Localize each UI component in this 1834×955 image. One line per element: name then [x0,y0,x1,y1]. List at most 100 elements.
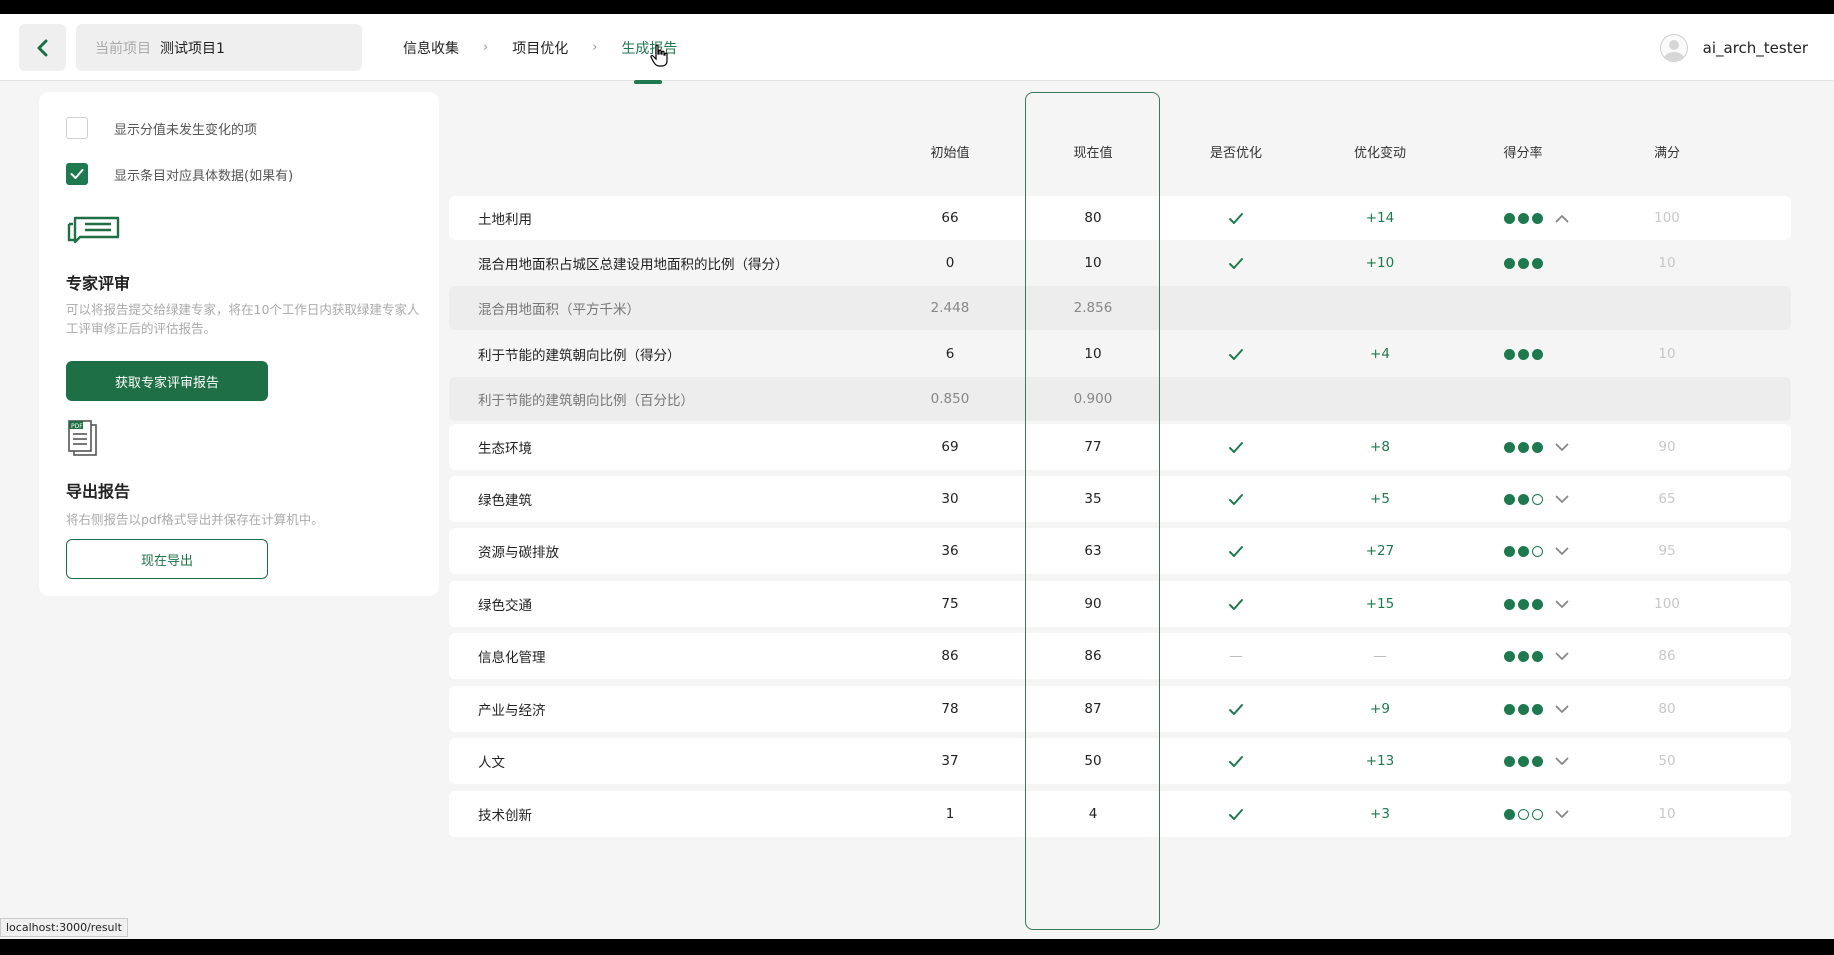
row-name: 利于节能的建筑朝向比例（得分） [478,348,681,364]
filled-dot-icon [1503,545,1515,557]
full-score: 100 [1654,596,1680,612]
option-show-detail-label: 显示条目对应具体数据(如果有) [114,168,294,184]
initial-value: 1 [945,806,955,822]
expand-row-button[interactable] [1542,738,1582,784]
expand-row-button[interactable] [1542,424,1582,470]
get-expert-report-button[interactable]: 获取专家评审报告 [66,361,268,401]
expert-review-title: 专家评审 [66,274,131,293]
row-name: 绿色建筑 [478,493,532,509]
filled-dot-icon [1503,650,1515,662]
change-value: +10 [1365,255,1395,271]
expand-row-button[interactable] [1542,581,1582,627]
row-name: 混合用地面积（平方千米） [478,302,640,318]
export-now-button[interactable]: 现在导出 [66,539,268,579]
current-project-box[interactable]: 当前项目 测试项目1 [76,24,362,71]
table-subrow: 利于节能的建筑朝向比例（百分比） 0.850 0.900 [449,377,1791,421]
current-value: 2.856 [1073,300,1113,316]
option-show-detail[interactable]: 显示条目对应具体数据(如果有) [66,163,293,185]
table-subrow: 混合用地面积（平方千米） 2.448 2.856 [449,286,1791,330]
chevron-up-icon [1555,214,1569,222]
full-score: 10 [1658,255,1676,271]
current-value: 10 [1084,255,1102,271]
filled-dot-icon [1503,808,1515,820]
filled-dot-icon [1517,650,1529,662]
filled-dot-icon [1517,348,1529,360]
filled-dot-icon [1503,703,1515,715]
check-icon [1229,348,1243,360]
top-header: 当前项目 测试项目1 信息收集 › 项目优化 › 生成报告 ai_arch_te… [0,14,1834,84]
row-name: 信息化管理 [478,650,546,666]
expand-row-button[interactable] [1542,528,1582,574]
current-value: 50 [1084,753,1102,769]
empty-dot-icon [1531,545,1543,557]
step-nav: 信息收集 › 项目优化 › 生成报告 [403,14,677,84]
table-row[interactable]: 绿色建筑 30 35 +5 65 [449,476,1791,522]
expand-row-button[interactable] [1542,633,1582,679]
current-value: 35 [1084,491,1102,507]
chevron-down-icon [1555,810,1569,818]
check-icon [1229,441,1243,453]
table-row[interactable]: 资源与碳排放 36 63 +27 95 [449,528,1791,574]
current-project-label: 当前项目 [95,40,151,57]
current-value: 90 [1084,596,1102,612]
filled-dot-icon [1531,348,1543,360]
table-row[interactable]: 土地利用 66 80 +14 100 [449,196,1791,240]
optimized-indicator [1176,738,1296,784]
filled-dot-icon [1531,650,1543,662]
chevron-down-icon [1555,547,1569,555]
current-value: 80 [1084,210,1102,226]
check-icon [70,169,84,179]
change-value: +27 [1365,543,1395,559]
filled-dot-icon [1531,441,1543,453]
full-score: 10 [1658,346,1676,362]
row-name: 资源与碳排放 [478,545,559,561]
optimized-indicator [1176,424,1296,470]
check-icon [1229,808,1243,820]
table-row[interactable]: 技术创新 1 4 +3 10 [449,791,1791,837]
filled-dot-icon [1517,703,1529,715]
checkbox-show-unchanged[interactable] [66,117,88,139]
full-score: 95 [1658,543,1676,559]
full-score: 90 [1658,439,1676,455]
status-bar-url: localhost:3000/result [0,918,128,937]
table-row[interactable]: 信息化管理 86 86 — — 86 [449,633,1791,679]
change-value: +15 [1365,596,1395,612]
table-subrow: 利于节能的建筑朝向比例（得分） 6 10 +4 10 [449,332,1791,376]
collapse-row-button[interactable] [1542,196,1582,240]
check-icon [1229,257,1243,269]
initial-value: 86 [941,648,959,664]
column-header-initial: 初始值 [930,146,970,161]
user-menu[interactable]: ai_arch_tester [1659,14,1808,81]
table-row[interactable]: 产业与经济 78 87 +9 80 [449,686,1791,732]
initial-value: 30 [941,491,959,507]
chevron-right-icon: › [483,40,489,55]
initial-value: 66 [941,210,959,226]
full-score: 10 [1658,806,1676,822]
row-name: 技术创新 [478,808,532,824]
step-info-collect[interactable]: 信息收集 [403,38,459,58]
change-value: +5 [1370,491,1390,507]
column-header-rate: 得分率 [1503,146,1543,161]
filled-dot-icon [1531,755,1543,767]
option-show-unchanged[interactable]: 显示分值未发生变化的项 [66,117,257,139]
app-window: 当前项目 测试项目1 信息收集 › 项目优化 › 生成报告 ai_arch_te… [0,14,1834,939]
table-row[interactable]: 绿色交通 75 90 +15 100 [449,581,1791,627]
empty-dot-icon [1531,808,1543,820]
column-header-current: 现在值 [1073,146,1113,161]
checkbox-show-detail[interactable] [66,163,88,185]
back-button[interactable] [19,24,66,71]
expand-row-button[interactable] [1542,686,1582,732]
expand-row-button[interactable] [1542,476,1582,522]
filled-dot-icon [1503,257,1515,269]
empty-dot-icon [1517,808,1529,820]
initial-value: 2.448 [930,300,970,316]
expand-row-button[interactable] [1542,791,1582,837]
full-score: 65 [1658,491,1676,507]
initial-value: 6 [945,346,955,362]
table-row[interactable]: 生态环境 69 77 +8 90 [449,424,1791,470]
step-project-optimize[interactable]: 项目优化 [512,38,568,58]
chevron-down-icon [1555,705,1569,713]
optimized-indicator [1176,241,1296,285]
optimized-indicator [1176,581,1296,627]
table-row[interactable]: 人文 37 50 +13 50 [449,738,1791,784]
